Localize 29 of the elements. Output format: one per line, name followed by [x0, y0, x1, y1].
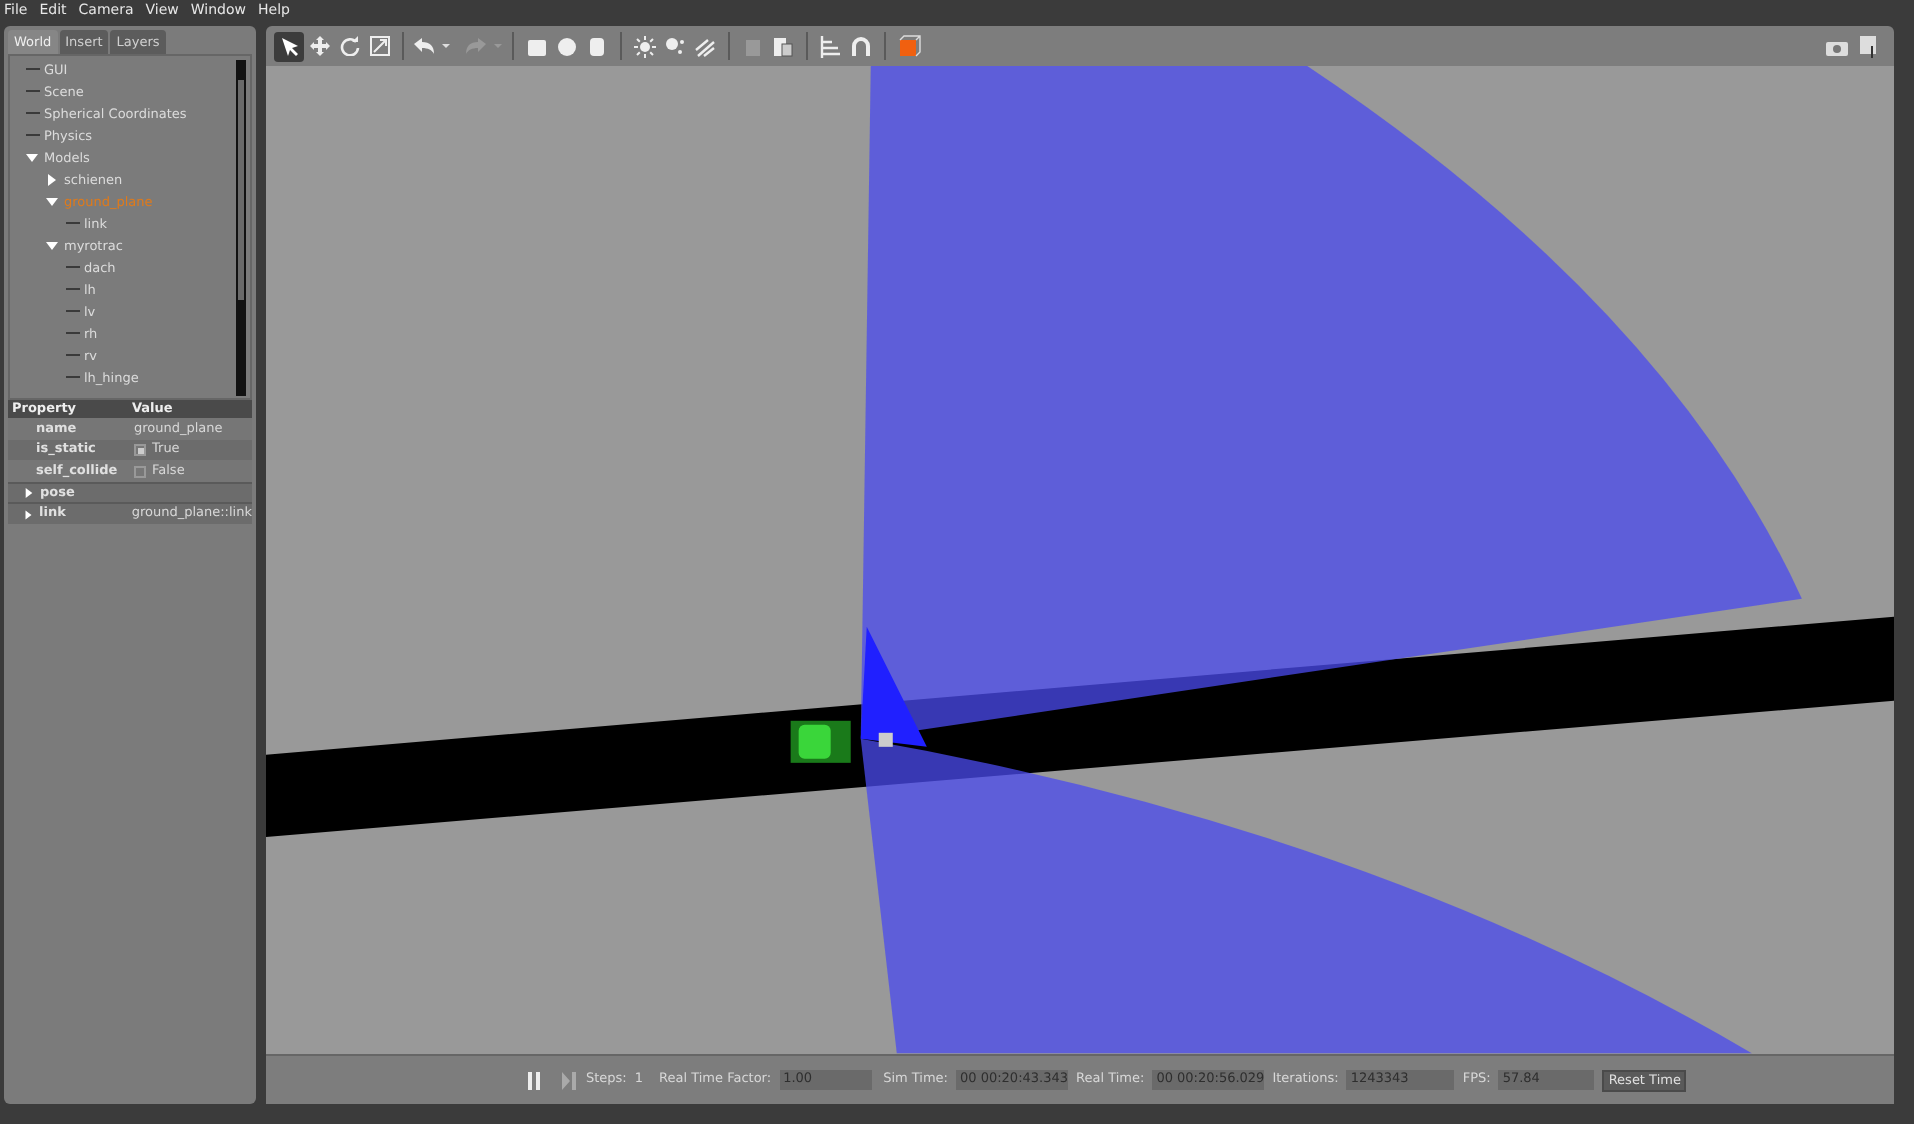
- pause-icon[interactable]: [526, 1071, 542, 1089]
- point-light-icon[interactable]: [664, 35, 686, 58]
- expand-down-icon[interactable]: [26, 151, 38, 164]
- directional-light-icon[interactable]: [694, 35, 716, 58]
- cylinder-icon[interactable]: [586, 35, 608, 58]
- cube-icon[interactable]: [898, 34, 922, 59]
- expand-down-icon[interactable]: [46, 195, 58, 208]
- box-icon[interactable]: [526, 35, 548, 58]
- cursor-arrow-icon: [279, 36, 299, 57]
- scrollbar[interactable]: [236, 60, 246, 397]
- rotate-icon: [339, 36, 359, 57]
- record-icon[interactable]: [1860, 35, 1880, 58]
- move-arrows-icon: [309, 36, 329, 57]
- paste-icon[interactable]: [772, 35, 794, 58]
- expand-right-icon[interactable]: [24, 509, 33, 520]
- scale-icon: [369, 36, 389, 57]
- expand-right-icon[interactable]: [24, 488, 34, 499]
- sphere-icon[interactable]: [556, 35, 578, 58]
- checkbox[interactable]: [134, 444, 146, 457]
- step-icon[interactable]: [562, 1071, 578, 1089]
- magnet-icon[interactable]: [850, 35, 872, 58]
- align-icon[interactable]: [820, 35, 842, 58]
- camera-icon[interactable]: [1826, 37, 1848, 56]
- expand-down-icon[interactable]: [46, 239, 58, 252]
- undo-icon[interactable]: [412, 36, 436, 57]
- expand-right-icon[interactable]: [46, 173, 58, 186]
- tool-button[interactable]: [274, 31, 304, 62]
- sun-icon[interactable]: [634, 35, 656, 58]
- checkbox[interactable]: [134, 465, 146, 478]
